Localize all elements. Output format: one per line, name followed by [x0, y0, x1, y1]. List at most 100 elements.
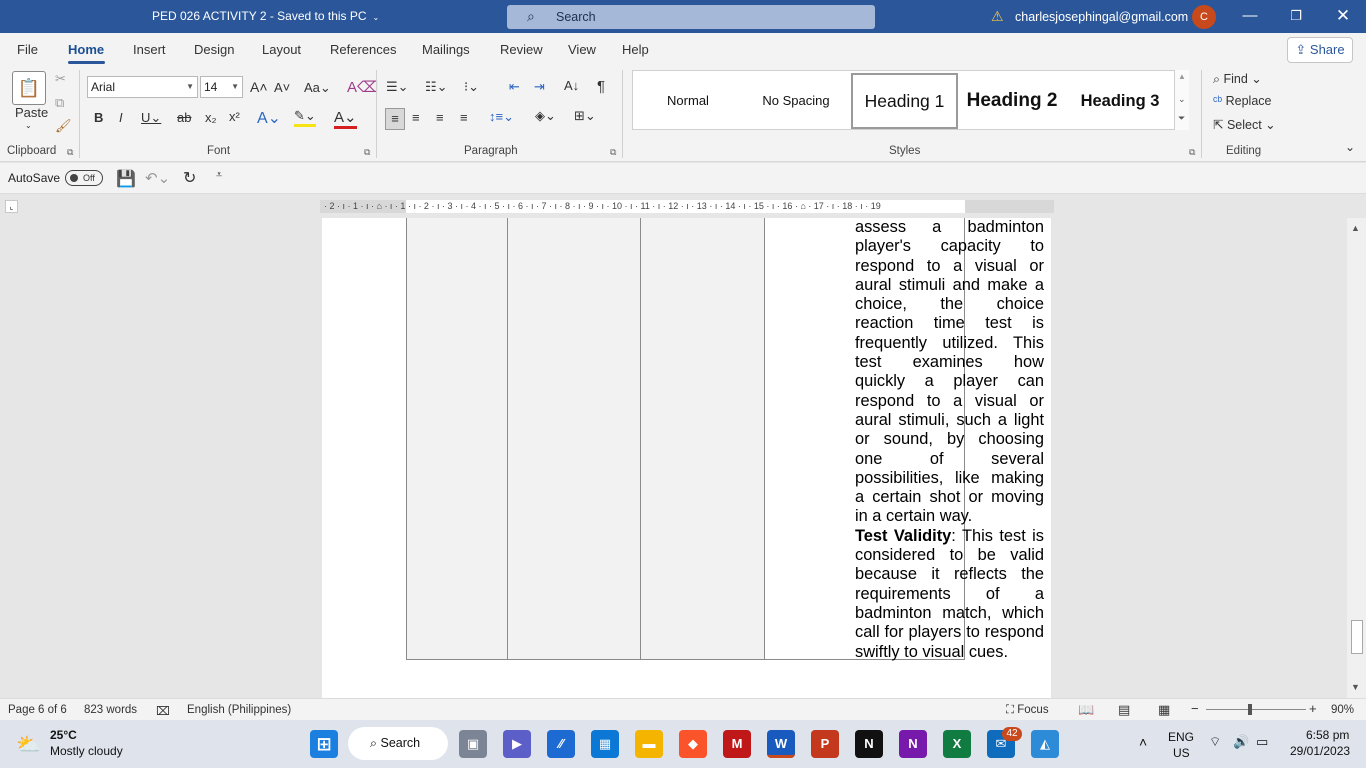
- avatar[interactable]: C: [1192, 5, 1216, 29]
- task-view-icon[interactable]: ▣: [459, 730, 487, 758]
- multilevel-list-icon[interactable]: ⁝⌄: [464, 79, 479, 95]
- styles-scroll[interactable]: ▲ ⌄ ⏷: [1174, 70, 1189, 130]
- more-styles-icon[interactable]: ⏷: [1178, 113, 1185, 124]
- superscript-icon[interactable]: x²: [229, 109, 240, 124]
- subscript-icon[interactable]: x₂: [205, 110, 217, 125]
- weather-text[interactable]: Mostly cloudy: [50, 744, 123, 758]
- table-cell[interactable]: [641, 218, 765, 659]
- app-icon[interactable]: ⁄⁄: [547, 730, 575, 758]
- zoom-in-icon[interactable]: +: [1309, 701, 1317, 716]
- align-right-icon[interactable]: ≡: [436, 110, 444, 125]
- italic-icon[interactable]: I: [119, 110, 123, 125]
- shading-icon[interactable]: ◈⌄: [535, 108, 556, 124]
- document-title[interactable]: PED 026 ACTIVITY 2 - Saved to this PC ⌄: [152, 9, 379, 23]
- find-button[interactable]: ⌕ Find ⌄: [1213, 71, 1262, 87]
- font-color-icon[interactable]: A⌄: [334, 108, 357, 129]
- cut-icon[interactable]: ✂: [55, 71, 66, 87]
- chevron-down-icon[interactable]: ⌄: [373, 13, 380, 22]
- grow-font-icon[interactable]: A˄: [250, 79, 268, 95]
- wifi-icon[interactable]: ⌔: [1209, 734, 1221, 750]
- paste-icon[interactable]: 📋: [12, 71, 46, 105]
- web-layout-icon[interactable]: ▦: [1158, 702, 1170, 718]
- horizontal-ruler[interactable]: · 2 · ı · 1 · ı · ⌂ · ı · 1 · ı · 2 · ı …: [320, 200, 1054, 213]
- style-heading-2[interactable]: Heading 2: [959, 79, 1065, 129]
- tab-design[interactable]: Design: [194, 42, 234, 57]
- style-no-spacing[interactable]: No Spacing: [745, 79, 847, 129]
- dialog-launcher-icon[interactable]: ⧉: [1189, 147, 1195, 158]
- search-box[interactable]: ⌕ Search: [507, 5, 875, 29]
- chevron-up-icon[interactable]: ˄: [1139, 734, 1147, 750]
- vertical-scrollbar[interactable]: ▲ ▼: [1347, 218, 1366, 698]
- clock-time[interactable]: 6:58 pm: [1306, 728, 1349, 742]
- photos-icon[interactable]: ◭: [1031, 730, 1059, 758]
- tab-review[interactable]: Review: [500, 42, 543, 57]
- line-spacing-icon[interactable]: ↕≡⌄: [489, 109, 514, 125]
- language[interactable]: English (Philippines): [187, 704, 291, 716]
- zoom-slider-thumb[interactable]: [1248, 704, 1252, 715]
- font-size-select[interactable]: 14 ▼: [200, 76, 243, 98]
- zoom-slider[interactable]: [1206, 709, 1306, 710]
- copy-icon[interactable]: ⧉: [55, 95, 64, 111]
- teams-icon[interactable]: ▶: [503, 730, 531, 758]
- close-icon[interactable]: ✕: [1328, 5, 1358, 27]
- sort-icon[interactable]: A↓: [564, 78, 579, 93]
- chevron-down-icon[interactable]: ⌄: [25, 121, 32, 130]
- increase-indent-icon[interactable]: ⇥: [534, 79, 545, 95]
- volume-icon[interactable]: 🔊: [1233, 734, 1249, 750]
- justify-icon[interactable]: ≡: [460, 110, 468, 125]
- tab-file[interactable]: File: [17, 42, 38, 57]
- underline-icon[interactable]: U⌄: [141, 110, 161, 126]
- battery-icon[interactable]: ▭: [1256, 734, 1268, 750]
- font-name-select[interactable]: Arial ▼: [87, 76, 198, 98]
- restore-icon[interactable]: ❐: [1281, 5, 1311, 27]
- file-explorer-icon[interactable]: ▬: [635, 730, 663, 758]
- page-count[interactable]: Page 6 of 6: [8, 704, 67, 716]
- shrink-font-icon[interactable]: A˅: [274, 80, 290, 95]
- replace-button[interactable]: ᶜᵇ Replace: [1213, 94, 1272, 108]
- focus-button[interactable]: ⛶ Focus: [1006, 704, 1049, 717]
- dialog-launcher-icon[interactable]: ⧉: [364, 147, 370, 158]
- notion-icon[interactable]: N: [855, 730, 883, 758]
- redo-icon[interactable]: ↻: [183, 168, 196, 188]
- clock-date[interactable]: 29/01/2023: [1290, 744, 1350, 758]
- select-button[interactable]: ⇱ Select ⌄: [1213, 117, 1276, 132]
- bold-icon[interactable]: B: [94, 110, 103, 125]
- bullets-icon[interactable]: ☰⌄: [386, 79, 409, 95]
- align-center-icon[interactable]: ≡: [412, 110, 420, 125]
- scroll-down-icon[interactable]: ▼: [1351, 682, 1360, 692]
- change-case-icon[interactable]: Aa⌄: [304, 80, 331, 96]
- scroll-up-icon[interactable]: ▲: [1351, 223, 1360, 233]
- customize-qat-icon[interactable]: ⩡: [216, 169, 222, 182]
- tab-references[interactable]: References: [330, 42, 396, 57]
- temperature[interactable]: 25°C: [50, 728, 77, 742]
- chevron-down-icon[interactable]: ⌄: [1178, 94, 1186, 105]
- mcafee-icon[interactable]: M: [723, 730, 751, 758]
- excel-icon[interactable]: X: [943, 730, 971, 758]
- word-icon[interactable]: W: [767, 730, 795, 758]
- print-layout-icon[interactable]: ▤: [1118, 702, 1130, 718]
- clear-formatting-icon[interactable]: A⌫: [347, 78, 378, 96]
- zoom-out-icon[interactable]: −: [1191, 701, 1199, 716]
- account-email[interactable]: charlesjosephingal@gmail.com: [1015, 10, 1188, 24]
- table-cell-text[interactable]: assess a badminton player's capacity to re…: [855, 218, 1044, 662]
- tab-home[interactable]: Home: [68, 42, 104, 57]
- scroll-thumb[interactable]: [1351, 620, 1363, 654]
- powerpoint-icon[interactable]: P: [811, 730, 839, 758]
- brave-icon[interactable]: ◆: [679, 730, 707, 758]
- tab-view[interactable]: View: [568, 42, 596, 57]
- read-mode-icon[interactable]: 📖: [1078, 702, 1094, 718]
- style-normal[interactable]: Normal: [643, 79, 733, 129]
- table-cell[interactable]: [407, 218, 508, 659]
- minimize-icon[interactable]: —: [1235, 5, 1265, 27]
- onenote-icon[interactable]: N: [899, 730, 927, 758]
- zoom-level[interactable]: 90%: [1331, 704, 1354, 716]
- input-language[interactable]: ENG: [1168, 730, 1194, 744]
- strikethrough-icon[interactable]: ab: [177, 110, 191, 125]
- proofing-icon[interactable]: ⌧: [156, 704, 170, 718]
- store-icon[interactable]: ▦: [591, 730, 619, 758]
- tab-insert[interactable]: Insert: [133, 42, 166, 57]
- tab-selector-icon[interactable]: ⌞: [5, 200, 18, 213]
- style-heading-3[interactable]: Heading 3: [1069, 79, 1171, 129]
- highlight-icon[interactable]: ✎⌄: [294, 108, 316, 127]
- numbering-icon[interactable]: ☷⌄: [425, 79, 448, 95]
